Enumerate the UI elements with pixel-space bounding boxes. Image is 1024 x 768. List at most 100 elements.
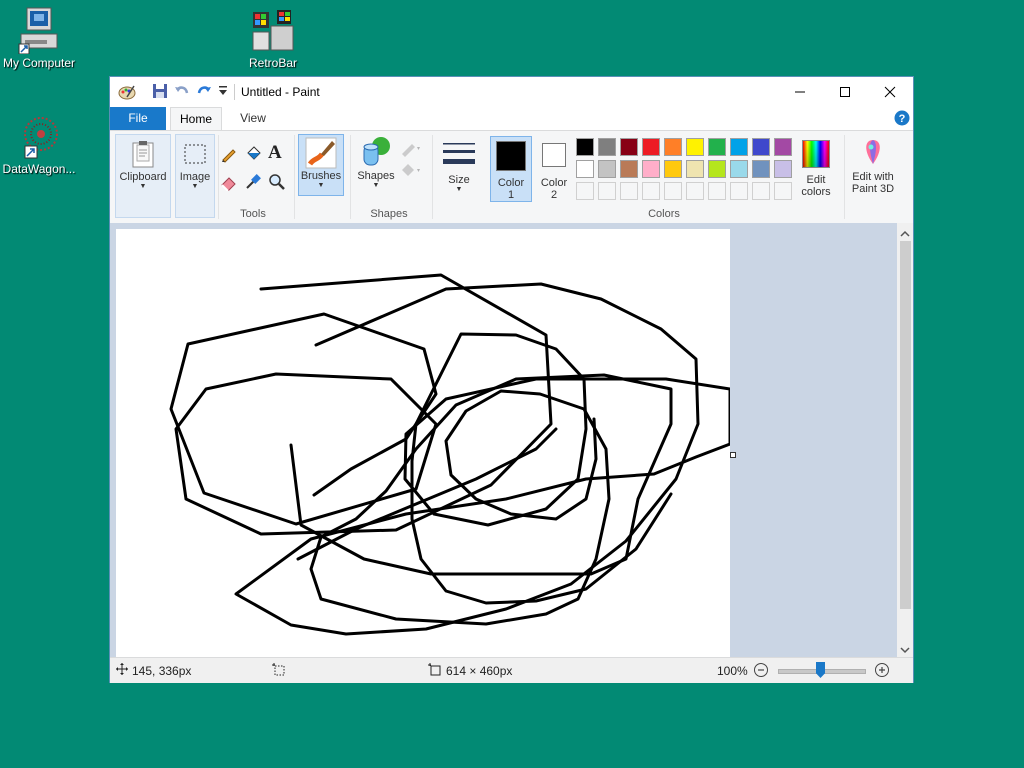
- color1-button[interactable]: Color 1: [490, 136, 532, 202]
- palette-swatch[interactable]: [576, 160, 594, 178]
- clipboard-button[interactable]: Clipboard ▼: [115, 134, 171, 218]
- palette-swatch[interactable]: [730, 160, 748, 178]
- chevron-down-icon: ▼: [317, 182, 325, 189]
- palette-swatch[interactable]: [576, 138, 594, 156]
- palette-swatch-empty[interactable]: [774, 182, 792, 200]
- palette-swatch-empty[interactable]: [642, 182, 660, 200]
- palette-swatch[interactable]: [598, 138, 616, 156]
- color2-button[interactable]: Color 2: [534, 136, 574, 202]
- palette-swatch[interactable]: [774, 160, 792, 178]
- color-spectrum-icon: [802, 140, 830, 168]
- chevron-down-icon: ▼: [372, 182, 380, 189]
- palette-swatch-empty[interactable]: [598, 182, 616, 200]
- paint3d-icon: [866, 140, 880, 164]
- palette-swatch[interactable]: [774, 138, 792, 156]
- tab-home[interactable]: Home: [170, 107, 222, 130]
- zoom-slider-thumb[interactable]: [816, 662, 825, 678]
- magnifier-icon[interactable]: [268, 173, 286, 196]
- text-icon[interactable]: A: [268, 142, 282, 164]
- maximize-icon: [840, 87, 850, 97]
- clipboard-icon: [132, 141, 154, 168]
- palette-swatch[interactable]: [752, 138, 770, 156]
- brush-icon: [305, 137, 337, 169]
- palette-swatch-empty[interactable]: [620, 182, 638, 200]
- customize-quick-access-icon[interactable]: [218, 85, 228, 100]
- vertical-scrollbar[interactable]: [897, 223, 913, 657]
- scrollbar-thumb[interactable]: [900, 241, 911, 609]
- size-button[interactable]: Size ▼: [438, 134, 480, 200]
- shapes-label: Shapes: [357, 170, 395, 182]
- palette-swatch-empty[interactable]: [708, 182, 726, 200]
- palette-swatch-empty[interactable]: [752, 182, 770, 200]
- palette-swatch[interactable]: [708, 138, 726, 156]
- paint-app-icon[interactable]: [118, 83, 136, 104]
- palette-swatch[interactable]: [620, 160, 638, 178]
- palette-swatch[interactable]: [642, 138, 660, 156]
- palette-swatch[interactable]: [620, 138, 638, 156]
- brushes-button[interactable]: Brushes ▼: [298, 134, 344, 196]
- palette-swatch[interactable]: [642, 160, 660, 178]
- zoom-in-button[interactable]: [874, 662, 890, 681]
- palette-swatch[interactable]: [598, 160, 616, 178]
- pencil-icon[interactable]: [220, 145, 238, 168]
- colors-group-label: Colors: [648, 208, 680, 220]
- canvas-resize-handle[interactable]: [730, 452, 736, 458]
- clipboard-label: Clipboard: [119, 171, 167, 183]
- datawagon-icon: [24, 117, 58, 159]
- minimize-icon: [795, 91, 805, 93]
- undo-icon[interactable]: [174, 83, 190, 102]
- zoom-out-button[interactable]: [753, 662, 769, 681]
- window-title: Untitled - Paint: [241, 85, 320, 99]
- edit-colors-button[interactable]: Edit colors: [796, 138, 836, 204]
- edit-with-paint3d-button[interactable]: Edit with Paint 3D: [846, 138, 900, 204]
- paint3d-line2: Paint 3D: [851, 183, 895, 195]
- palette-swatch-empty[interactable]: [686, 182, 704, 200]
- palette-swatch[interactable]: [730, 138, 748, 156]
- palette-swatch[interactable]: [686, 138, 704, 156]
- canvas-workspace: [110, 223, 897, 657]
- palette-swatch[interactable]: [664, 160, 682, 178]
- close-button[interactable]: [867, 77, 913, 107]
- zoom-out-icon: [754, 663, 768, 677]
- title-separator: [234, 84, 235, 100]
- desktop-icon-label: RetroBar: [248, 56, 298, 70]
- line-size-icon: [443, 143, 475, 164]
- ribbon: Clipboard ▼ Image ▼ A Tools Brushes ▼ Sh…: [110, 130, 913, 224]
- palette-swatch[interactable]: [752, 160, 770, 178]
- palette-swatch-empty[interactable]: [576, 182, 594, 200]
- desktop-icon-my-computer[interactable]: My Computer: [0, 6, 81, 70]
- palette-swatch-empty[interactable]: [664, 182, 682, 200]
- palette-swatch[interactable]: [664, 138, 682, 156]
- redo-icon[interactable]: [196, 83, 212, 102]
- tab-file[interactable]: File: [110, 107, 166, 130]
- canvas-size-icon: [428, 663, 441, 679]
- color-picker-icon[interactable]: [244, 173, 262, 196]
- shapes-icon: [363, 137, 390, 166]
- minimize-button[interactable]: [777, 77, 823, 107]
- palette-swatch[interactable]: [708, 160, 726, 178]
- paint-window: Untitled - Paint File Home View ? Clipbo…: [109, 76, 914, 683]
- color2-number: 2: [550, 189, 558, 201]
- tab-view[interactable]: View: [228, 107, 278, 130]
- desktop-icon-retrobar[interactable]: RetroBar: [231, 6, 315, 70]
- shapes-button[interactable]: Shapes ▼: [354, 134, 398, 200]
- chevron-down-icon: ▼: [455, 186, 463, 193]
- drawing-canvas[interactable]: [116, 229, 732, 657]
- retrobar-icon: [252, 10, 294, 51]
- palette-swatch[interactable]: [686, 160, 704, 178]
- cursor-position-icon: [116, 663, 128, 678]
- image-button[interactable]: Image ▼: [175, 134, 215, 218]
- palette-swatch-empty[interactable]: [730, 182, 748, 200]
- color2-swatch: [542, 143, 566, 167]
- eraser-icon[interactable]: [220, 173, 238, 196]
- brushes-label: Brushes: [300, 170, 342, 182]
- help-icon[interactable]: ?: [894, 110, 910, 131]
- color1-label: Color: [497, 177, 525, 189]
- title-bar: Untitled - Paint: [110, 77, 913, 107]
- maximize-button[interactable]: [822, 77, 868, 107]
- close-icon: [884, 86, 896, 98]
- desktop-icon-label: My Computer: [2, 56, 76, 70]
- save-icon[interactable]: [152, 83, 168, 102]
- fill-icon[interactable]: [244, 145, 262, 168]
- desktop-icon-datawagon[interactable]: DataWagon...: [0, 112, 81, 176]
